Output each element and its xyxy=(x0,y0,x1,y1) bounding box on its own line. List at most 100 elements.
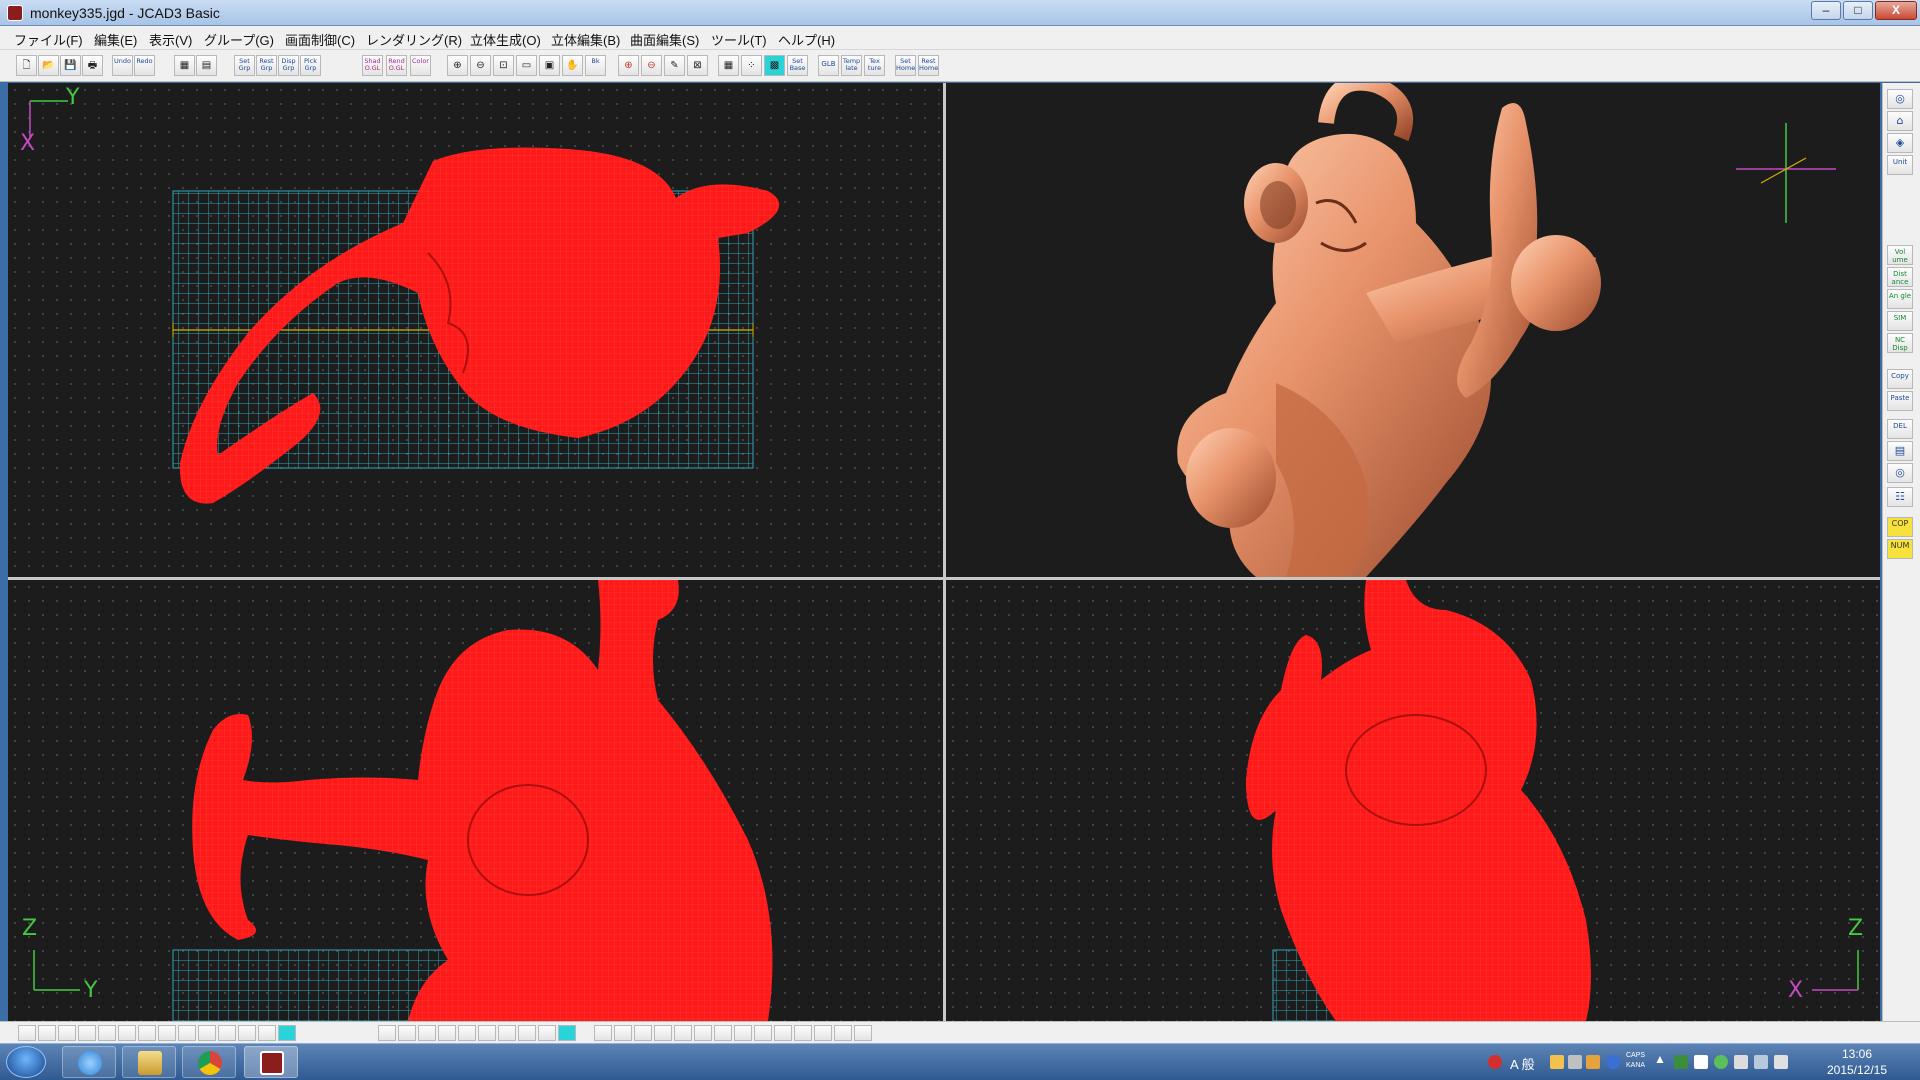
taskbar-app-ie[interactable] xyxy=(62,1046,116,1078)
solid-tool-icon-8[interactable] xyxy=(518,1025,536,1041)
solid-tool-icon-10[interactable] xyxy=(558,1025,576,1041)
print-icon[interactable]: 🖶 xyxy=(82,55,103,76)
texture-button[interactable]: Tex ture xyxy=(864,55,885,76)
viewport-render[interactable] xyxy=(946,83,1880,577)
curve-tool-icon-7[interactable] xyxy=(138,1025,156,1041)
viewport-top[interactable]: Y X xyxy=(8,83,943,577)
curve-tool-icon-4[interactable] xyxy=(78,1025,96,1041)
solid-tool-icon-6[interactable] xyxy=(478,1025,496,1041)
zoom-all-icon[interactable]: ▣ xyxy=(539,55,560,76)
curve-tool-icon-6[interactable] xyxy=(118,1025,136,1041)
menu-solid-create[interactable]: 立体生成(O) xyxy=(470,30,541,49)
render-opengl-button[interactable]: Rend O.GL xyxy=(386,55,407,76)
cop-button[interactable]: COP xyxy=(1887,517,1913,537)
pick-group-button[interactable]: Pick Grp xyxy=(300,55,321,76)
back-view-icon[interactable]: Bk xyxy=(585,55,606,76)
ime-tool-icon-2[interactable] xyxy=(1568,1055,1582,1069)
menu-rendering[interactable]: レンダリング(R) xyxy=(366,30,462,49)
reset-home-button[interactable]: Rest Home xyxy=(918,55,939,76)
zoom-red-in-icon[interactable]: ⊕ xyxy=(618,55,639,76)
security-icon[interactable] xyxy=(1488,1055,1502,1069)
reset-group-button[interactable]: Rest Grp xyxy=(256,55,277,76)
unit-button[interactable]: Unit xyxy=(1887,155,1913,175)
ime-tool-icon-3[interactable] xyxy=(1586,1055,1600,1069)
minimize-button[interactable]: – xyxy=(1811,1,1841,20)
menu-file[interactable]: ファイル(F) xyxy=(14,30,83,49)
menu-surface-edit[interactable]: 曲面編集(S) xyxy=(630,30,699,49)
curve-tool-icon-5[interactable] xyxy=(98,1025,116,1041)
display-group-button[interactable]: Disp Grp xyxy=(278,55,299,76)
taskbar-app-explorer[interactable] xyxy=(122,1046,176,1078)
edit-tool-icon-7[interactable] xyxy=(714,1025,732,1041)
list-icon-1[interactable]: ▤ xyxy=(1887,441,1913,461)
set-base-button[interactable]: Set Base xyxy=(787,55,808,76)
edit-tool-icon-14[interactable] xyxy=(854,1025,872,1041)
curve-tool-icon-10[interactable] xyxy=(198,1025,216,1041)
jcad-app-icon[interactable] xyxy=(7,5,23,21)
solid-tool-icon-9[interactable] xyxy=(538,1025,556,1041)
taskbar-app-chrome[interactable] xyxy=(182,1046,236,1078)
edit-tool-icon-3[interactable] xyxy=(634,1025,652,1041)
volume-button[interactable]: Vol ume xyxy=(1887,245,1913,265)
ime-indicator[interactable]: A 般 xyxy=(1510,1054,1535,1073)
edit-tool-icon-12[interactable] xyxy=(814,1025,832,1041)
edit-tool-icon-11[interactable] xyxy=(794,1025,812,1041)
ime-tool-icon-1[interactable] xyxy=(1550,1055,1564,1069)
pan-hand-icon[interactable]: ✋ xyxy=(562,55,583,76)
view-icon-3[interactable]: ◈ xyxy=(1887,133,1913,153)
snap-grid-icon[interactable]: ⁘ xyxy=(741,55,762,76)
grid-icon[interactable]: ▦ xyxy=(718,55,739,76)
network-icon[interactable] xyxy=(1754,1055,1768,1069)
windows-flag-icon[interactable] xyxy=(1694,1055,1708,1069)
menu-group[interactable]: グループ(G) xyxy=(204,30,274,49)
edit-tool-icon-9[interactable] xyxy=(754,1025,772,1041)
glb-button[interactable]: GLB xyxy=(818,55,839,76)
angle-button[interactable]: An gle xyxy=(1887,289,1913,309)
solid-tool-icon-2[interactable] xyxy=(398,1025,416,1041)
list-icon-2[interactable]: ◎ xyxy=(1887,463,1913,483)
curve-tool-icon-8[interactable] xyxy=(158,1025,176,1041)
start-button[interactable] xyxy=(6,1046,46,1078)
menu-edit[interactable]: 編集(E) xyxy=(94,30,137,49)
solid-tool-icon-3[interactable] xyxy=(418,1025,436,1041)
template-button[interactable]: Temp late xyxy=(841,55,862,76)
nc-disp-button[interactable]: NC Disp xyxy=(1887,333,1913,353)
color-button[interactable]: Color xyxy=(410,55,431,76)
curve-tool-icon-3[interactable] xyxy=(58,1025,76,1041)
curve-tool-icon-11[interactable] xyxy=(218,1025,236,1041)
taskbar-app-jcad[interactable] xyxy=(244,1046,298,1078)
solid-tool-icon-5[interactable] xyxy=(458,1025,476,1041)
num-button[interactable]: NUM xyxy=(1887,539,1913,559)
zoom-in-icon[interactable]: ⊕ xyxy=(447,55,468,76)
edit-tool-icon-10[interactable] xyxy=(774,1025,792,1041)
solid-tool-icon-7[interactable] xyxy=(498,1025,516,1041)
copy-button[interactable]: Copy xyxy=(1887,369,1913,389)
menu-help[interactable]: ヘルプ(H) xyxy=(778,30,835,49)
view-icon-2[interactable]: ⌂ xyxy=(1887,111,1913,131)
edit-tool-icon-1[interactable] xyxy=(594,1025,612,1041)
undo-button[interactable]: Undo xyxy=(112,55,133,76)
curve-tool-icon-13[interactable] xyxy=(258,1025,276,1041)
zoom-edit-icon[interactable]: ✎ xyxy=(664,55,685,76)
set-group-button[interactable]: Set Grp xyxy=(234,55,255,76)
nvidia-icon[interactable] xyxy=(1674,1055,1688,1069)
grid-toggle-icon[interactable]: ▩ xyxy=(764,55,785,76)
edit-tool-icon-2[interactable] xyxy=(614,1025,632,1041)
tray-expand-icon[interactable]: ▲ xyxy=(1654,1052,1666,1066)
action-center-icon[interactable] xyxy=(1734,1055,1748,1069)
shade-opengl-button[interactable]: Shad O.GL xyxy=(362,55,383,76)
curve-tool-icon-9[interactable] xyxy=(178,1025,196,1041)
curve-tool-icon-12[interactable] xyxy=(238,1025,256,1041)
volume-icon[interactable] xyxy=(1774,1055,1788,1069)
edit-tool-icon-5[interactable] xyxy=(674,1025,692,1041)
maximize-button[interactable]: □ xyxy=(1843,1,1873,20)
solid-tool-icon-4[interactable] xyxy=(438,1025,456,1041)
sync-icon[interactable] xyxy=(1714,1055,1728,1069)
menu-screen-control[interactable]: 画面制御(C) xyxy=(285,30,355,49)
edit-tool-icon-13[interactable] xyxy=(834,1025,852,1041)
paste-button[interactable]: Paste xyxy=(1887,391,1913,411)
zoom-fit-icon[interactable]: ▭ xyxy=(516,55,537,76)
zoom-box-icon[interactable]: ⊠ xyxy=(687,55,708,76)
group-icon-2[interactable]: ▤ xyxy=(196,55,217,76)
save-icon[interactable]: 💾 xyxy=(60,55,81,76)
